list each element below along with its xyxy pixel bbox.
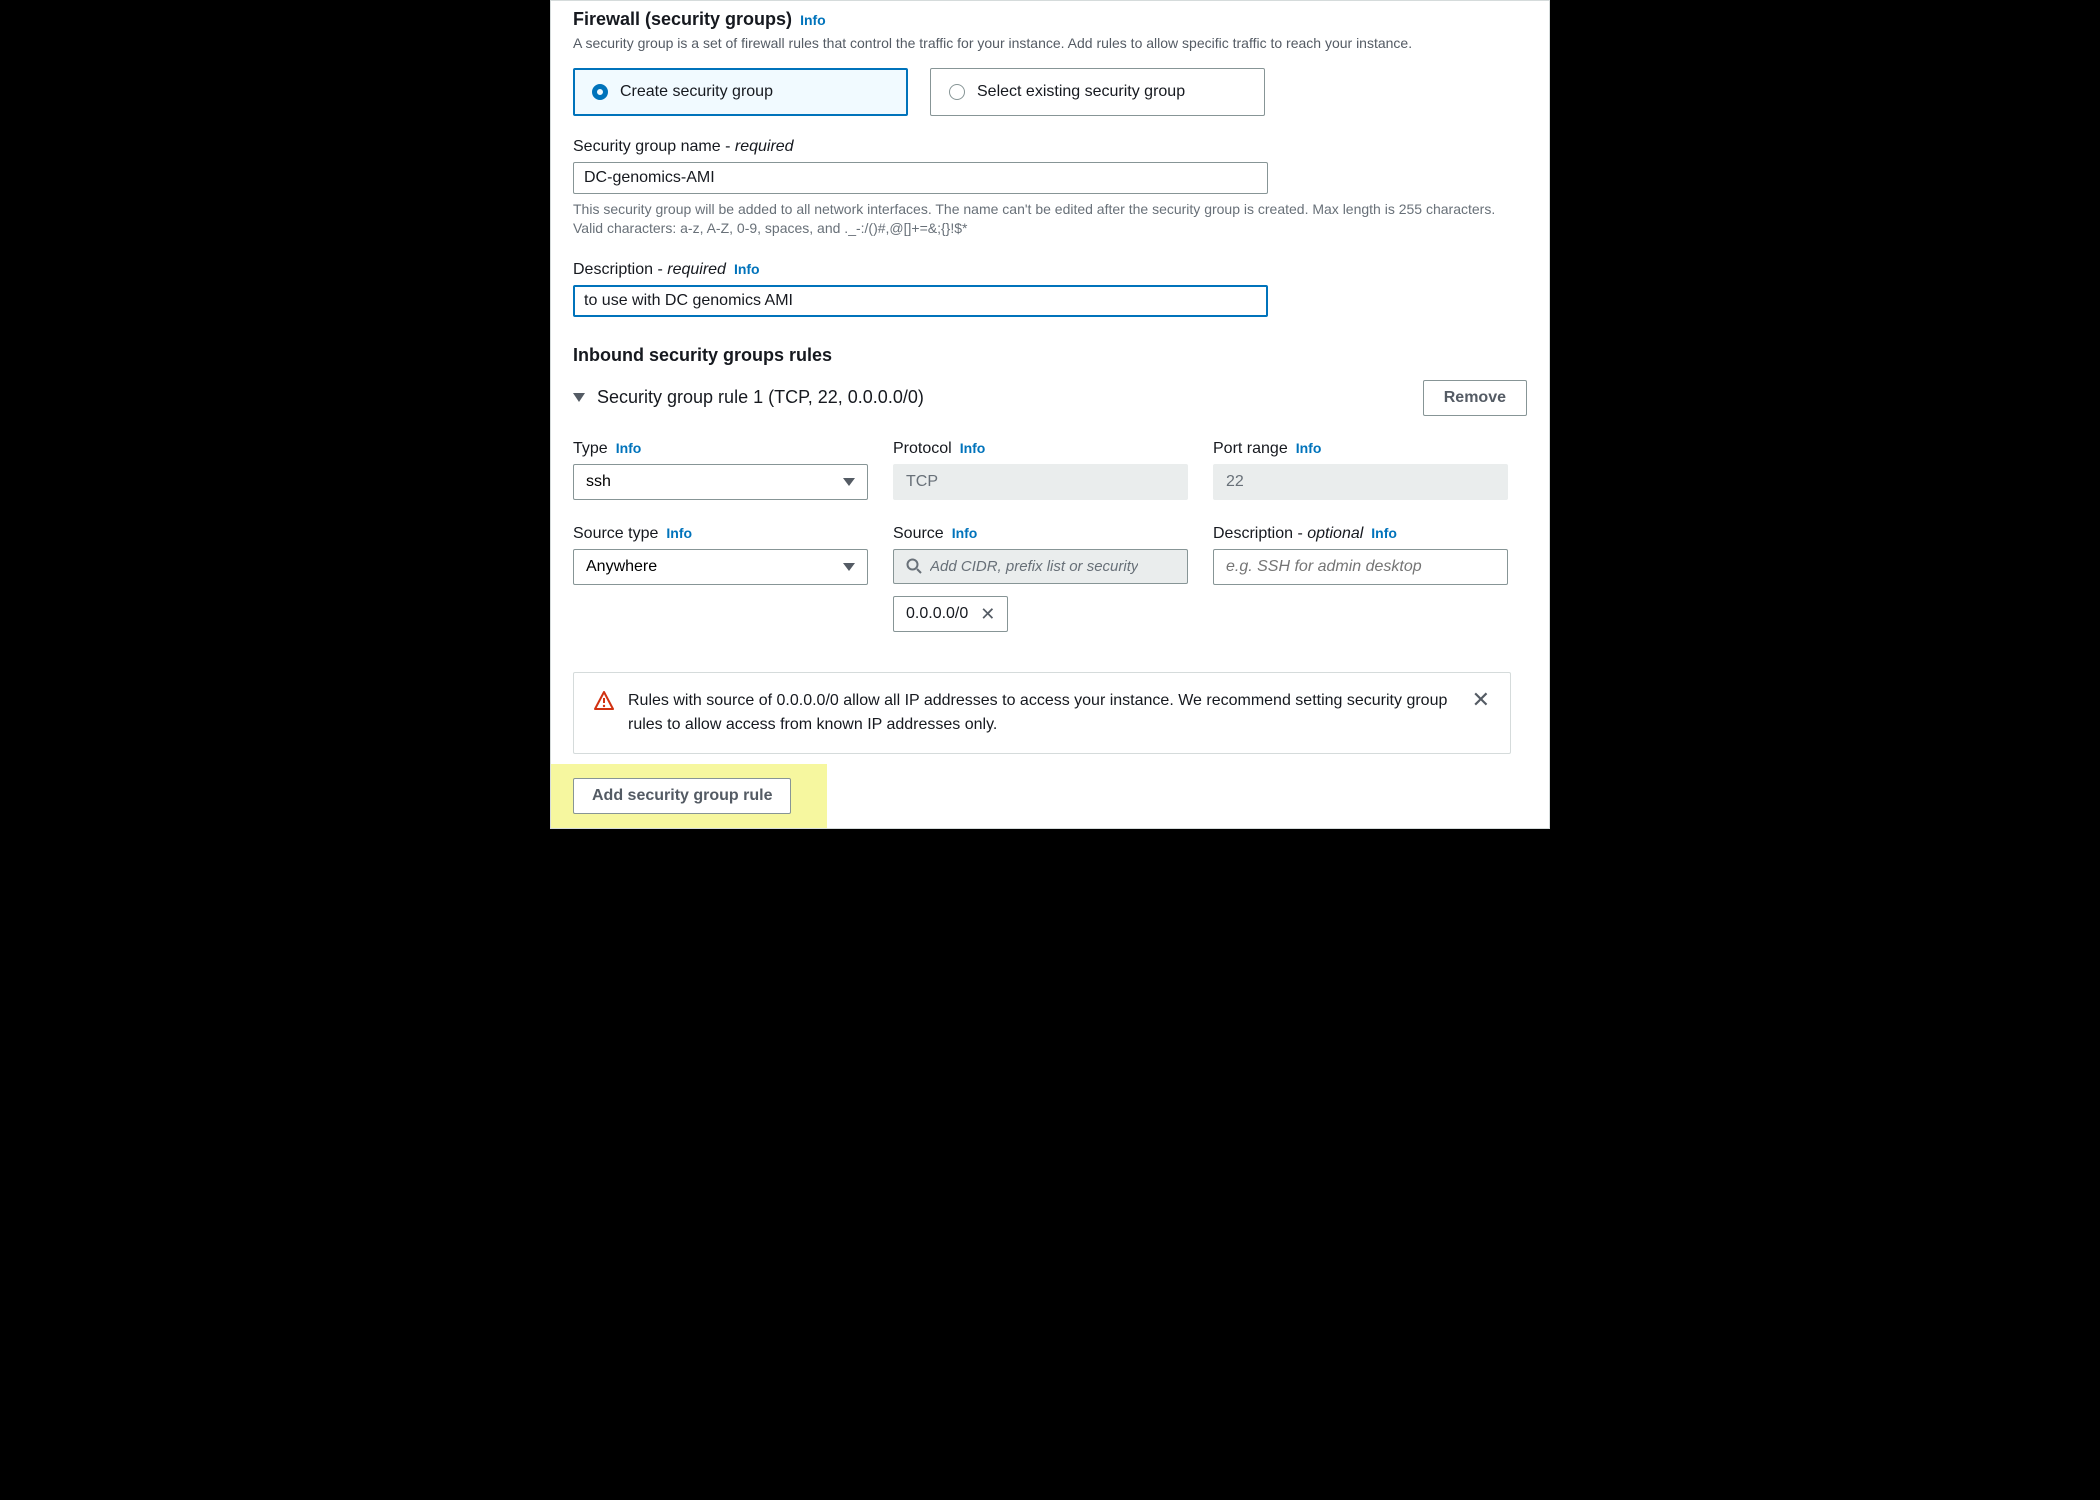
port-label: Port range	[1213, 440, 1288, 458]
type-select[interactable]: ssh	[573, 464, 868, 500]
port-display: 22	[1213, 464, 1508, 500]
add-rule-button[interactable]: Add security group rule	[573, 778, 791, 814]
remove-rule-button[interactable]: Remove	[1423, 380, 1527, 416]
source-token-value: 0.0.0.0/0	[906, 605, 968, 623]
firewall-title: Firewall (security groups)	[573, 9, 792, 30]
firewall-header: Firewall (security groups) Info	[573, 1, 1527, 30]
rule-desc-input[interactable]	[1213, 549, 1508, 585]
close-warning-icon[interactable]: ✕	[1472, 689, 1490, 711]
radio-selected-icon	[592, 84, 608, 100]
sg-name-help: This security group will be added to all…	[573, 200, 1503, 239]
warning-alert: Rules with source of 0.0.0.0/0 allow all…	[573, 672, 1511, 754]
source-input[interactable]: Add CIDR, prefix list or security	[893, 549, 1188, 584]
sg-desc-field: Description - required Info	[573, 261, 1527, 317]
source-info-link[interactable]: Info	[952, 525, 978, 541]
rule-title: Security group rule 1 (TCP, 22, 0.0.0.0/…	[597, 387, 924, 408]
source-type-field: Source type Info Anywhere	[573, 525, 868, 632]
rule-header: Security group rule 1 (TCP, 22, 0.0.0.0/…	[573, 380, 1527, 416]
warning-icon	[594, 691, 614, 711]
source-type-label: Source type	[573, 525, 658, 543]
radio-unselected-icon	[949, 84, 965, 100]
collapse-caret-icon[interactable]	[573, 393, 585, 402]
source-placeholder: Add CIDR, prefix list or security	[930, 558, 1138, 575]
protocol-display: TCP	[893, 464, 1188, 500]
type-info-link[interactable]: Info	[616, 440, 642, 456]
chevron-down-icon	[843, 563, 855, 571]
sg-desc-input[interactable]	[573, 285, 1268, 317]
rule-desc-info-link[interactable]: Info	[1371, 525, 1397, 541]
add-rule-highlight: Add security group rule	[551, 764, 827, 828]
type-field: Type Info ssh	[573, 440, 868, 500]
select-sg-radio[interactable]: Select existing security group	[930, 68, 1265, 116]
search-icon	[906, 558, 922, 574]
remove-token-icon[interactable]: ✕	[980, 605, 995, 623]
sg-name-field: Security group name - required This secu…	[573, 138, 1527, 239]
protocol-field: Protocol Info TCP	[893, 440, 1188, 500]
sg-desc-info-link[interactable]: Info	[734, 261, 760, 277]
rule-desc-label: Description - optional	[1213, 525, 1363, 543]
create-sg-label: Create security group	[620, 83, 773, 101]
source-field: Source Info Add CIDR, prefix list or sec…	[893, 525, 1188, 632]
protocol-label: Protocol	[893, 440, 952, 458]
port-field: Port range Info 22	[1213, 440, 1508, 500]
source-type-value: Anywhere	[586, 558, 657, 576]
create-sg-radio[interactable]: Create security group	[573, 68, 908, 116]
firewall-info-link[interactable]: Info	[800, 12, 826, 28]
warning-text: Rules with source of 0.0.0.0/0 allow all…	[628, 689, 1458, 737]
source-label: Source	[893, 525, 944, 543]
protocol-info-link[interactable]: Info	[960, 440, 986, 456]
inbound-rules-title: Inbound security groups rules	[573, 345, 1527, 366]
select-sg-label: Select existing security group	[977, 83, 1185, 101]
chevron-down-icon	[843, 478, 855, 486]
sg-desc-label: Description - required	[573, 261, 726, 279]
source-type-info-link[interactable]: Info	[666, 525, 692, 541]
firewall-description: A security group is a set of firewall ru…	[573, 34, 1493, 54]
port-info-link[interactable]: Info	[1296, 440, 1322, 456]
source-type-select[interactable]: Anywhere	[573, 549, 868, 585]
type-label: Type	[573, 440, 608, 458]
type-value: ssh	[586, 473, 611, 491]
sg-name-label: Security group name - required	[573, 138, 794, 156]
sg-choice-group: Create security group Select existing se…	[573, 68, 1527, 116]
rule-desc-field: Description - optional Info	[1213, 525, 1508, 632]
source-token: 0.0.0.0/0 ✕	[893, 596, 1008, 632]
sg-name-input[interactable]	[573, 162, 1268, 194]
